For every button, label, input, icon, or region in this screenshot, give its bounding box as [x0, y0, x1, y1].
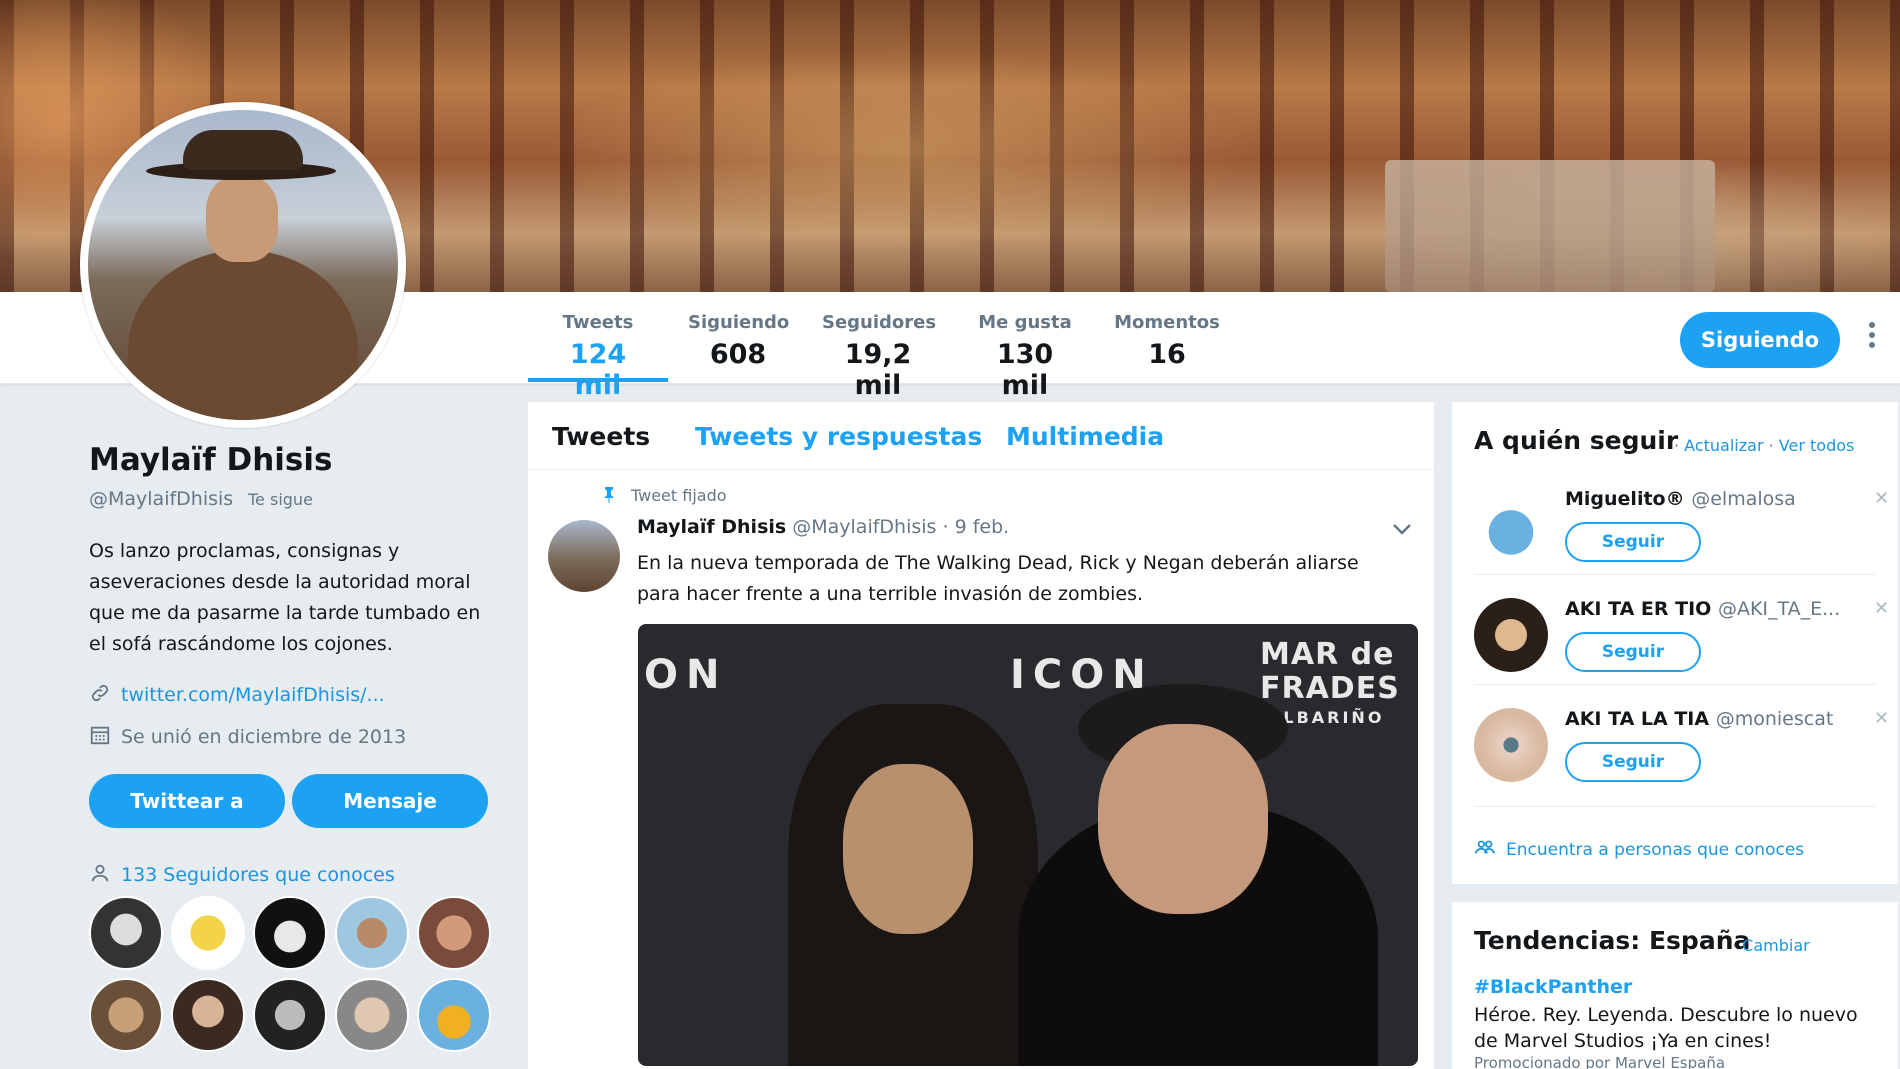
dismiss-icon[interactable]: ✕ [1874, 708, 1889, 729]
profile-avatar[interactable] [80, 102, 406, 428]
known-follower-avatar[interactable] [89, 978, 163, 1052]
tab-tweets[interactable]: Tweets [552, 422, 650, 451]
dismiss-icon[interactable]: ✕ [1874, 598, 1889, 619]
trend-promoted: Promocionado por Marvel España [1474, 1054, 1726, 1069]
calendar-icon [90, 726, 110, 745]
known-follower-avatar[interactable] [171, 896, 245, 970]
person-icon [91, 864, 109, 882]
stat-value: 16 [1148, 339, 1186, 370]
active-tab-indicator [528, 378, 668, 382]
tweet-text: En la nueva temporada de The Walking Dea… [637, 552, 1359, 605]
suggestion-avatar[interactable] [1474, 708, 1548, 782]
message-button[interactable]: Mensaje [292, 774, 488, 828]
stat-value: 608 [709, 339, 767, 370]
who-to-follow-title: A quién seguir [1474, 426, 1679, 455]
stat-label: Tweets [562, 312, 634, 333]
trends-change-link[interactable]: · Cambiar [1732, 936, 1810, 955]
tab-tweets-and-replies[interactable]: Tweets y respuestas [695, 422, 982, 451]
known-follower-avatar[interactable] [417, 978, 491, 1052]
known-follower-avatar[interactable] [417, 896, 491, 970]
chevron-down-icon[interactable] [1392, 522, 1412, 536]
avatar-image [88, 110, 398, 420]
stat-label: Seguidores [822, 312, 937, 333]
timeline: Tweets Tweets y respuestas Multimedia Tw… [528, 402, 1434, 1069]
who-to-follow-panel: A quién seguir · Actualizar · Ver todos … [1452, 402, 1898, 884]
view-all-link[interactable]: Ver todos [1779, 436, 1855, 455]
follows-you-badge: Te sigue [248, 490, 313, 509]
stat-label: Momentos [1114, 312, 1220, 333]
profile-joined-row: Se unió en diciembre de 2013 [89, 724, 406, 748]
joined-date: Se unió en diciembre de 2013 [121, 726, 407, 748]
stat-likes[interactable]: Me gusta 130 mil [974, 312, 1076, 401]
tweet-author-name[interactable]: Maylaïf Dhisis [637, 516, 786, 538]
known-follower-avatar[interactable] [335, 896, 409, 970]
followers-you-know-link[interactable]: 133 Seguidores que conoces [89, 862, 395, 886]
trends-title: Tendencias: España [1474, 926, 1751, 955]
suggestion-handle: @AKI_TA_E... [1717, 598, 1841, 620]
trend-hashtag[interactable]: #BlackPanther [1474, 976, 1632, 998]
known-follower-avatar[interactable] [253, 978, 327, 1052]
suggestion-name-row[interactable]: Miguelito® @elmalosa [1565, 488, 1796, 510]
suggestion-avatar[interactable] [1474, 598, 1548, 672]
suggestion-name: Miguelito® [1565, 488, 1685, 510]
trend-description: Héroe. Rey. Leyenda. Descubre lo nuevo d… [1474, 1004, 1858, 1052]
stat-moments[interactable]: Momentos 16 [1114, 312, 1220, 370]
profile-bio: Os lanzo proclamas, consignas y aseverac… [89, 540, 481, 655]
stat-value: 19,2 mil [844, 339, 912, 401]
suggestion-item: AKI TA ER TIO @AKI_TA_E... Seguir ✕ [1474, 598, 1889, 704]
pinned-tweet-label: Tweet fijado [603, 486, 727, 505]
timeline-tabs: Tweets Tweets y respuestas Multimedia [528, 402, 1434, 470]
suggestion-name-row[interactable]: AKI TA LA TIA @moniescat [1565, 708, 1833, 730]
tweet-meta[interactable]: @MaylaifDhisis · 9 feb. [792, 516, 1009, 538]
suggestion-item: AKI TA LA TIA @moniescat Seguir ✕ [1474, 708, 1889, 814]
stat-tweets[interactable]: Tweets 124 mil [548, 312, 648, 401]
stat-label: Siguiendo [688, 312, 790, 333]
suggestion-item: Miguelito® @elmalosa Seguir ✕ [1474, 488, 1889, 594]
find-people-label: Encuentra a personas que conoces [1506, 840, 1805, 860]
suggestion-name-row[interactable]: AKI TA ER TIO @AKI_TA_E... [1565, 598, 1840, 620]
suggestion-name: AKI TA LA TIA [1565, 708, 1710, 730]
suggestion-handle: @moniescat [1715, 708, 1834, 730]
known-follower-avatar[interactable] [253, 896, 327, 970]
follow-button[interactable]: Seguir [1565, 632, 1701, 672]
tweet-header: Maylaïf Dhisis @MaylaifDhisis · 9 feb. [637, 516, 1009, 538]
follow-button[interactable]: Seguir [1565, 522, 1701, 562]
known-follower-avatar[interactable] [335, 978, 409, 1052]
stat-value: 130 mil [996, 339, 1054, 401]
stat-label: Me gusta [978, 312, 1072, 333]
more-options-icon[interactable] [1866, 322, 1878, 354]
tweet-to-button[interactable]: Twittear a [89, 774, 285, 828]
pinned-text: Tweet fijado [631, 486, 727, 505]
profile-name: Maylaïf Dhisis [89, 442, 333, 478]
known-follower-avatar[interactable] [89, 896, 163, 970]
banner-image-detail [1385, 160, 1715, 292]
suggestion-name: AKI TA ER TIO [1565, 598, 1712, 620]
followers-you-know-label: 133 Seguidores que conoces [121, 864, 395, 886]
tab-media[interactable]: Multimedia [1006, 422, 1164, 451]
media-text-on: ON [644, 652, 728, 698]
stat-value: 124 mil [569, 339, 627, 401]
follow-button[interactable]: Seguir [1565, 742, 1701, 782]
suggestion-handle: @elmalosa [1691, 488, 1796, 510]
pin-icon [604, 487, 614, 503]
who-to-follow-links: · Actualizar · Ver todos [1674, 436, 1855, 455]
profile-url[interactable]: twitter.com/MaylaifDhisis/... [121, 684, 385, 706]
find-people-link[interactable]: Encuentra a personas que conoces [1474, 836, 1804, 860]
dismiss-icon[interactable]: ✕ [1874, 488, 1889, 509]
people-icon [1474, 840, 1496, 854]
following-button[interactable]: Siguiendo [1680, 312, 1840, 368]
stat-following[interactable]: Siguiendo 608 [688, 312, 790, 370]
link-icon [91, 684, 109, 702]
trends-panel: Tendencias: España · Cambiar #BlackPanth… [1452, 902, 1898, 1069]
refresh-link[interactable]: Actualizar [1684, 436, 1763, 455]
stat-followers[interactable]: Seguidores 19,2 mil [822, 312, 937, 401]
media-text-brand: MAR de FRADES [1260, 637, 1400, 706]
trends-change-label: Cambiar [1742, 936, 1810, 955]
profile-handle[interactable]: @MaylaifDhisis [89, 488, 233, 510]
known-follower-avatar[interactable] [171, 978, 245, 1052]
profile-link-row: twitter.com/MaylaifDhisis/... [89, 682, 385, 706]
suggestion-avatar[interactable] [1474, 488, 1548, 562]
tweet-media-image[interactable]: ON ICON MAR de FRADES ALBARIÑO [638, 624, 1418, 1066]
tweet-author-avatar[interactable] [548, 520, 620, 592]
